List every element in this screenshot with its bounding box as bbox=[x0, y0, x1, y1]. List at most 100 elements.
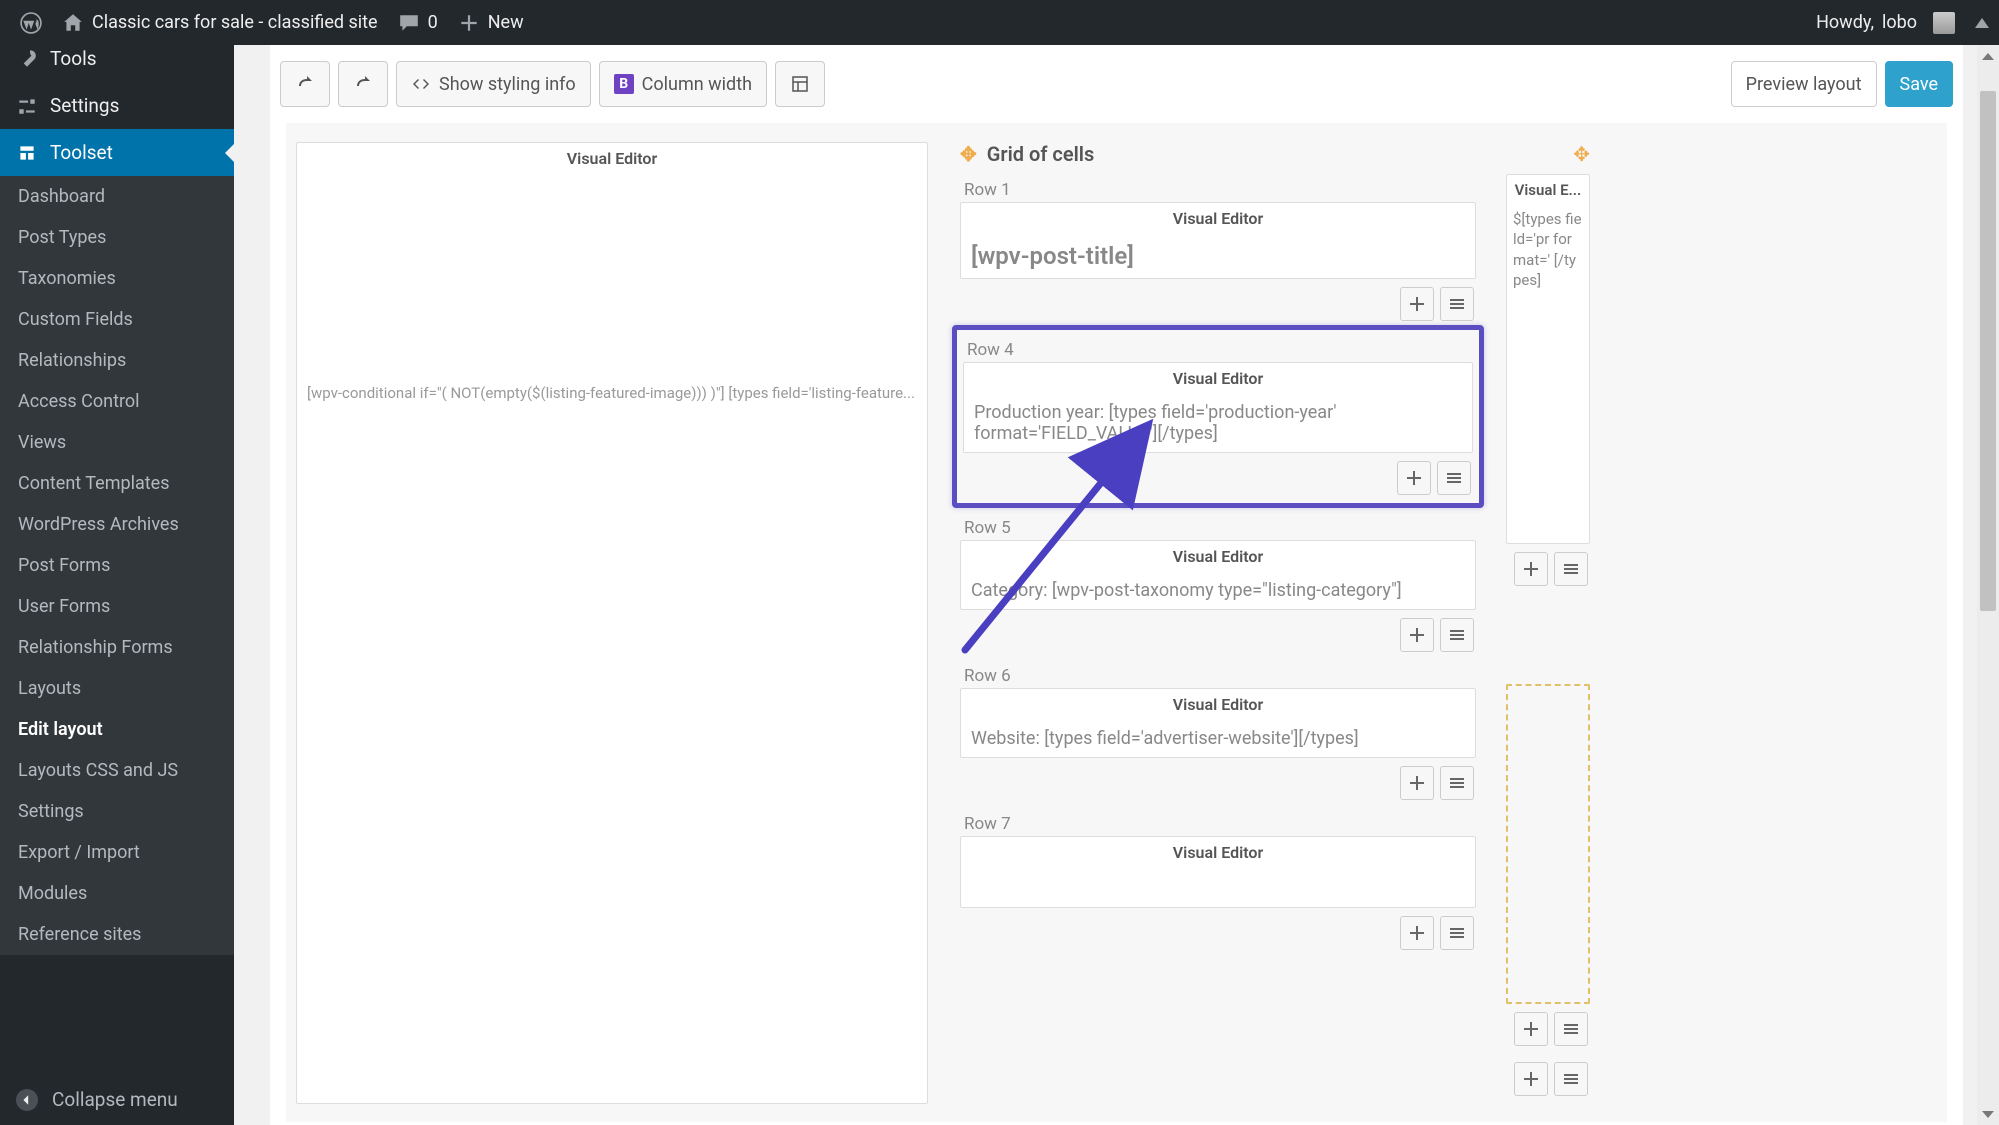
row-actions bbox=[960, 610, 1476, 660]
submenu-post-types[interactable]: Post Types bbox=[0, 217, 234, 258]
submenu-modules[interactable]: Modules bbox=[0, 873, 234, 914]
scroll-down-button[interactable] bbox=[1977, 1103, 1999, 1125]
submenu-relationship-forms[interactable]: Relationship Forms bbox=[0, 627, 234, 668]
move-icon[interactable]: ✥ bbox=[1573, 142, 1590, 166]
add-cell-button[interactable] bbox=[1400, 618, 1434, 652]
add-cell-button[interactable] bbox=[1514, 552, 1548, 586]
add-cell-button[interactable] bbox=[1514, 1062, 1548, 1096]
row-menu-button[interactable] bbox=[1554, 1012, 1588, 1046]
visual-editor-cell-row4[interactable]: Visual Editor Production year: [types fi… bbox=[963, 362, 1473, 453]
plus-icon bbox=[1521, 1069, 1541, 1089]
plus-icon bbox=[1407, 294, 1427, 314]
submenu-taxonomies[interactable]: Taxonomies bbox=[0, 258, 234, 299]
vertical-scrollbar[interactable] bbox=[1977, 45, 1999, 1125]
cell-content: $[types field='pr format=' [/types] bbox=[1507, 205, 1589, 294]
row-menu-button[interactable] bbox=[1554, 1062, 1588, 1096]
submenu-access-control[interactable]: Access Control bbox=[0, 381, 234, 422]
scroll-up-indicator bbox=[1975, 18, 1989, 28]
row-menu-button[interactable] bbox=[1554, 552, 1588, 586]
collapse-icon bbox=[16, 1089, 38, 1111]
menu-icon bbox=[1447, 923, 1467, 943]
sidebar-item-tools[interactable]: Tools bbox=[0, 45, 234, 82]
user-account[interactable]: Howdy, lobo bbox=[1806, 12, 1965, 34]
visual-editor-cell-row1[interactable]: Visual Editor [wpv-post-title] bbox=[960, 202, 1476, 279]
submenu-dashboard[interactable]: Dashboard bbox=[0, 176, 234, 217]
cell-content: Website: [types field='advertiser-websit… bbox=[961, 720, 1475, 757]
submenu-export-import[interactable]: Export / Import bbox=[0, 832, 234, 873]
new-label: New bbox=[488, 12, 524, 33]
empty-drop-zone[interactable] bbox=[1506, 684, 1590, 1004]
scrollbar-thumb[interactable] bbox=[1980, 91, 1996, 611]
wordpress-logo[interactable] bbox=[10, 12, 52, 34]
plus-icon bbox=[458, 12, 480, 34]
submenu-settings[interactable]: Settings bbox=[0, 791, 234, 832]
submenu-layouts[interactable]: Layouts bbox=[0, 668, 234, 709]
plus-icon bbox=[1521, 1019, 1541, 1039]
submenu-wordpress-archives[interactable]: WordPress Archives bbox=[0, 504, 234, 545]
submenu-user-forms[interactable]: User Forms bbox=[0, 586, 234, 627]
row-actions bbox=[963, 453, 1473, 503]
row-actions bbox=[960, 908, 1476, 958]
redo-button[interactable] bbox=[338, 61, 388, 107]
submenu-views[interactable]: Views bbox=[0, 422, 234, 463]
menu-icon bbox=[1447, 773, 1467, 793]
visual-editor-cell-row6[interactable]: Visual Editor Website: [types field='adv… bbox=[960, 688, 1476, 758]
preview-label: Preview layout bbox=[1746, 74, 1862, 95]
sidebar-label: Settings bbox=[50, 94, 119, 117]
submenu-post-forms[interactable]: Post Forms bbox=[0, 545, 234, 586]
row-actions bbox=[960, 758, 1476, 808]
layout-canvas: Visual Editor [wpv-conditional if="( NOT… bbox=[286, 123, 1947, 1122]
submenu-content-templates[interactable]: Content Templates bbox=[0, 463, 234, 504]
structure-button[interactable] bbox=[775, 61, 825, 107]
site-link[interactable]: Classic cars for sale - classified site bbox=[52, 12, 388, 34]
row-menu-button[interactable] bbox=[1437, 461, 1471, 495]
show-styling-info-button[interactable]: Show styling info bbox=[396, 61, 591, 107]
row-menu-button[interactable] bbox=[1440, 766, 1474, 800]
user-name: lobo bbox=[1882, 12, 1917, 33]
comments-link[interactable]: 0 bbox=[388, 12, 448, 34]
plus-icon bbox=[1407, 773, 1427, 793]
visual-editor-cell-row7[interactable]: Visual Editor bbox=[960, 836, 1476, 908]
add-cell-button[interactable] bbox=[1397, 461, 1431, 495]
visual-editor-cell-row5[interactable]: Visual Editor Category: [wpv-post-taxono… bbox=[960, 540, 1476, 610]
show-styling-label: Show styling info bbox=[439, 74, 576, 95]
submenu-custom-fields[interactable]: Custom Fields bbox=[0, 299, 234, 340]
add-cell-button[interactable] bbox=[1400, 916, 1434, 950]
row-menu-button[interactable] bbox=[1440, 287, 1474, 321]
howdy-prefix: Howdy, bbox=[1816, 12, 1874, 33]
visual-editor-cell-right[interactable]: Visual E... $[types field='pr format=' [… bbox=[1506, 174, 1590, 544]
collapse-menu-button[interactable]: Collapse menu bbox=[0, 1073, 234, 1125]
new-content-link[interactable]: New bbox=[448, 12, 534, 34]
add-cell-button[interactable] bbox=[1514, 1012, 1548, 1046]
grid-of-cells-column: ✥ Grid of cells Row 1 Visual Editor [wpv… bbox=[960, 142, 1476, 1104]
scroll-up-button[interactable] bbox=[1977, 45, 1999, 67]
preview-layout-button[interactable]: Preview layout bbox=[1731, 61, 1877, 107]
menu-icon bbox=[1444, 468, 1464, 488]
comment-icon bbox=[398, 12, 420, 34]
sidebar-item-toolset[interactable]: Toolset bbox=[0, 129, 234, 176]
add-cell-button[interactable] bbox=[1400, 287, 1434, 321]
submenu-relationships[interactable]: Relationships bbox=[0, 340, 234, 381]
move-icon[interactable]: ✥ bbox=[960, 142, 977, 166]
save-label: Save bbox=[1900, 74, 1939, 95]
sidebar-item-settings[interactable]: Settings bbox=[0, 82, 234, 129]
cell-content: [wpv-post-title] bbox=[961, 234, 1475, 278]
cell-header: Visual Editor bbox=[297, 143, 927, 174]
row-menu-button[interactable] bbox=[1440, 618, 1474, 652]
row-menu-button[interactable] bbox=[1440, 916, 1474, 950]
collapse-label: Collapse menu bbox=[52, 1088, 178, 1111]
save-button[interactable]: Save bbox=[1885, 61, 1954, 107]
grid-header[interactable]: ✥ Grid of cells bbox=[960, 142, 1476, 166]
cell-content: Category: [wpv-post-taxonomy type="listi… bbox=[961, 572, 1475, 609]
submenu-reference-sites[interactable]: Reference sites bbox=[0, 914, 234, 955]
row-label: Row 6 bbox=[960, 660, 1476, 688]
add-cell-button[interactable] bbox=[1400, 766, 1434, 800]
column-width-button[interactable]: B Column width bbox=[599, 61, 767, 107]
undo-button[interactable] bbox=[280, 61, 330, 107]
visual-editor-cell-left[interactable]: Visual Editor [wpv-conditional if="( NOT… bbox=[296, 142, 928, 1104]
admin-bar: Classic cars for sale - classified site … bbox=[0, 0, 1999, 45]
submenu-edit-layout[interactable]: Edit layout bbox=[0, 709, 234, 750]
submenu-layouts-css-js[interactable]: Layouts CSS and JS bbox=[0, 750, 234, 791]
cell-header: Visual Editor bbox=[961, 837, 1475, 868]
column-width-label: Column width bbox=[642, 74, 752, 95]
